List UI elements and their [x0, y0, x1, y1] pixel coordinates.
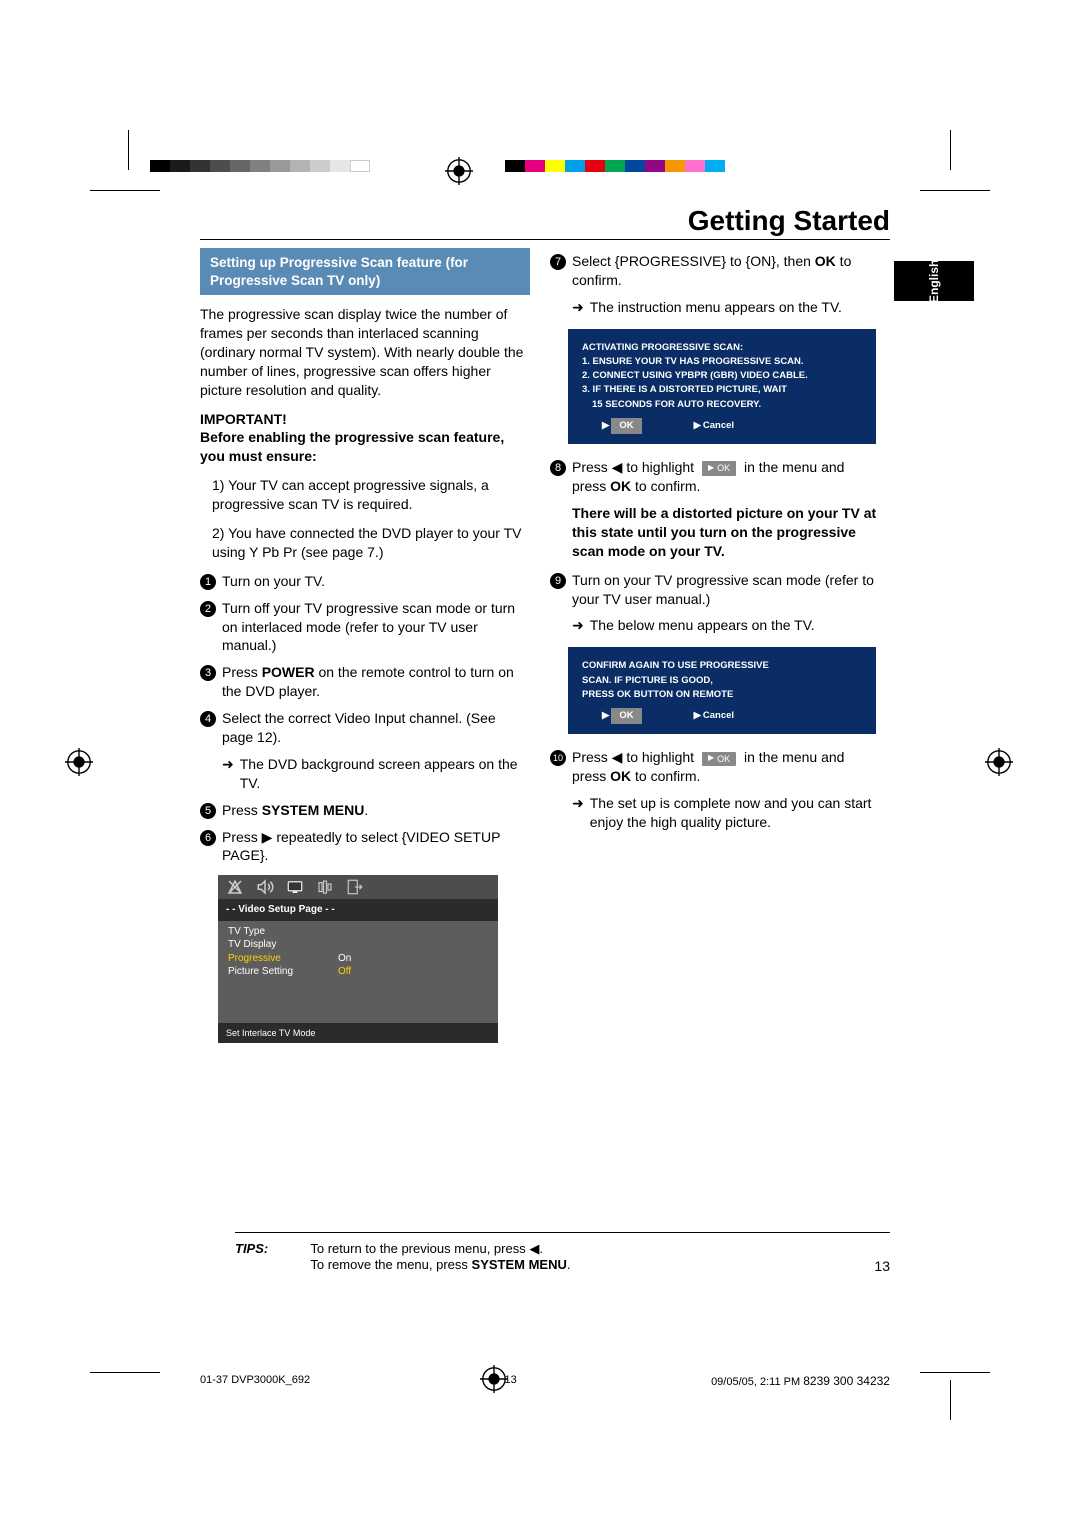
step-text: Press ◀ to highlight OK in the menu and … — [572, 458, 880, 496]
result-arrow-icon: ➜ — [572, 298, 584, 317]
language-tab: English — [894, 261, 974, 301]
step-text: Press ▶ repeatedly to select {VIDEO SETU… — [222, 828, 530, 866]
osd-body: TV Type TV Display ProgressiveOn Picture… — [218, 921, 498, 1023]
step-text: Press POWER on the remote control to tur… — [222, 663, 530, 701]
footer-date-partno: 09/05/05, 2:11 PM 8239 300 34232 — [711, 1374, 890, 1388]
activating-progressive-dialog: ACTIVATING PROGRESSIVE SCAN: 1. ENSURE Y… — [568, 329, 876, 445]
footer-page: 13 — [504, 1374, 516, 1388]
precondition-2: 2) You have connected the DVD player to … — [212, 524, 530, 562]
step-9: 9 Turn on your TV progressive scan mode … — [550, 571, 880, 609]
step-10-result: ➜ The set up is complete now and you can… — [572, 794, 880, 832]
step-text: Turn on your TV. — [222, 572, 325, 591]
intro-paragraph: The progressive scan display twice the n… — [200, 305, 530, 399]
step-3: 3 Press POWER on the remote control to t… — [200, 663, 530, 701]
exit-tab-icon — [344, 878, 366, 896]
general-tab-icon — [224, 878, 246, 896]
step-number-icon: 2 — [200, 601, 216, 617]
step-text: Press SYSTEM MENU. — [222, 801, 368, 820]
step-text: Turn off your TV progressive scan mode o… — [222, 599, 530, 656]
crop-mark — [920, 1372, 990, 1373]
important-text: Before enabling the progressive scan fea… — [200, 428, 530, 466]
result-arrow-icon: ➜ — [572, 794, 584, 832]
grayscale-calibration-strip — [150, 160, 370, 172]
step-9-result: ➜ The below menu appears on the TV. — [572, 616, 880, 635]
dialog-ok-button: ▶ OK — [602, 708, 642, 724]
step-text: Select {PROGRESSIVE} to {ON}, then OK to… — [572, 252, 880, 290]
precondition-1: 1) Your TV can accept progressive signal… — [212, 476, 530, 514]
right-column: 7 Select {PROGRESSIVE} to {ON}, then OK … — [550, 248, 880, 1053]
registration-mark-icon — [985, 748, 1013, 779]
step-number-icon: 1 — [200, 574, 216, 590]
step-5: 5 Press SYSTEM MENU. — [200, 801, 530, 820]
step-number-icon: 4 — [200, 711, 216, 727]
step-7: 7 Select {PROGRESSIVE} to {ON}, then OK … — [550, 252, 880, 290]
step-text: Turn on your TV progressive scan mode (r… — [572, 571, 880, 609]
ok-badge-icon: OK — [702, 752, 736, 766]
dialog-ok-button: ▶ OK — [602, 418, 642, 434]
registration-mark-icon — [65, 748, 93, 779]
crop-mark — [950, 130, 951, 170]
step-6: 6 Press ▶ repeatedly to select {VIDEO SE… — [200, 828, 530, 866]
tips-label: TIPS: — [235, 1241, 307, 1256]
osd-tab-icons — [218, 875, 498, 899]
step-8: 8 Press ◀ to highlight OK in the menu an… — [550, 458, 880, 496]
step-number-icon: 5 — [200, 803, 216, 819]
step-number-icon: 7 — [550, 254, 566, 270]
manual-page: Getting Started English Setting up Progr… — [0, 0, 1080, 1528]
crop-mark — [950, 1380, 951, 1420]
osd-footer: Set Interlace TV Mode — [218, 1023, 498, 1043]
result-arrow-icon: ➜ — [222, 755, 234, 793]
video-setup-osd: - - Video Setup Page - - TV Type TV Disp… — [218, 875, 498, 1043]
crop-mark — [128, 130, 129, 170]
dialog-cancel-button: ▶ Cancel — [694, 708, 734, 724]
two-column-layout: Setting up Progressive Scan feature (for… — [200, 248, 890, 1053]
page-content: Getting Started English Setting up Progr… — [200, 205, 890, 1298]
crop-mark — [90, 1372, 160, 1373]
step-4-result: ➜ The DVD background screen appears on t… — [222, 755, 530, 793]
step-number-icon: 3 — [200, 665, 216, 681]
step-number-icon: 10 — [550, 750, 566, 766]
step-2: 2 Turn off your TV progressive scan mode… — [200, 599, 530, 656]
page-title: Getting Started — [200, 205, 890, 240]
step-10: 10 Press ◀ to highlight OK in the menu a… — [550, 748, 880, 786]
step-7-result: ➜ The instruction menu appears on the TV… — [572, 298, 880, 317]
important-label: IMPORTANT! — [200, 410, 530, 429]
color-calibration-strip — [505, 160, 725, 172]
osd-title: - - Video Setup Page - - — [218, 899, 498, 921]
step-text: Select the correct Video Input channel. … — [222, 709, 530, 747]
crop-mark — [90, 190, 160, 191]
distorted-notice: There will be a distorted picture on you… — [572, 504, 880, 561]
tips-line-2: To remove the menu, press SYSTEM MENU. — [310, 1257, 570, 1272]
video-tab-icon — [284, 878, 306, 896]
step-1: 1 Turn on your TV. — [200, 572, 530, 591]
print-footer: 01-37 DVP3000K_692 13 09/05/05, 2:11 PM … — [200, 1374, 890, 1388]
step-number-icon: 6 — [200, 830, 216, 846]
result-arrow-icon: ➜ — [572, 616, 584, 635]
page-number: 13 — [874, 1258, 890, 1274]
step-number-icon: 8 — [550, 460, 566, 476]
tips-line-1: To return to the previous menu, press ◀. — [310, 1241, 543, 1256]
confirm-progressive-dialog: CONFIRM AGAIN TO USE PROGRESSIVE SCAN. I… — [568, 647, 876, 734]
step-4: 4 Select the correct Video Input channel… — [200, 709, 530, 747]
crop-mark — [920, 190, 990, 191]
tips-box: TIPS: To return to the previous menu, pr… — [235, 1232, 890, 1272]
registration-mark-icon — [445, 157, 473, 188]
dialog-cancel-button: ▶ Cancel — [694, 418, 734, 434]
step-text: Press ◀ to highlight OK in the menu and … — [572, 748, 880, 786]
footer-filename: 01-37 DVP3000K_692 — [200, 1374, 310, 1388]
step-number-icon: 9 — [550, 573, 566, 589]
ok-badge-icon: OK — [702, 461, 736, 475]
preference-tab-icon — [314, 878, 336, 896]
audio-tab-icon — [254, 878, 276, 896]
left-column: Setting up Progressive Scan feature (for… — [200, 248, 530, 1053]
section-heading: Setting up Progressive Scan feature (for… — [200, 248, 530, 295]
